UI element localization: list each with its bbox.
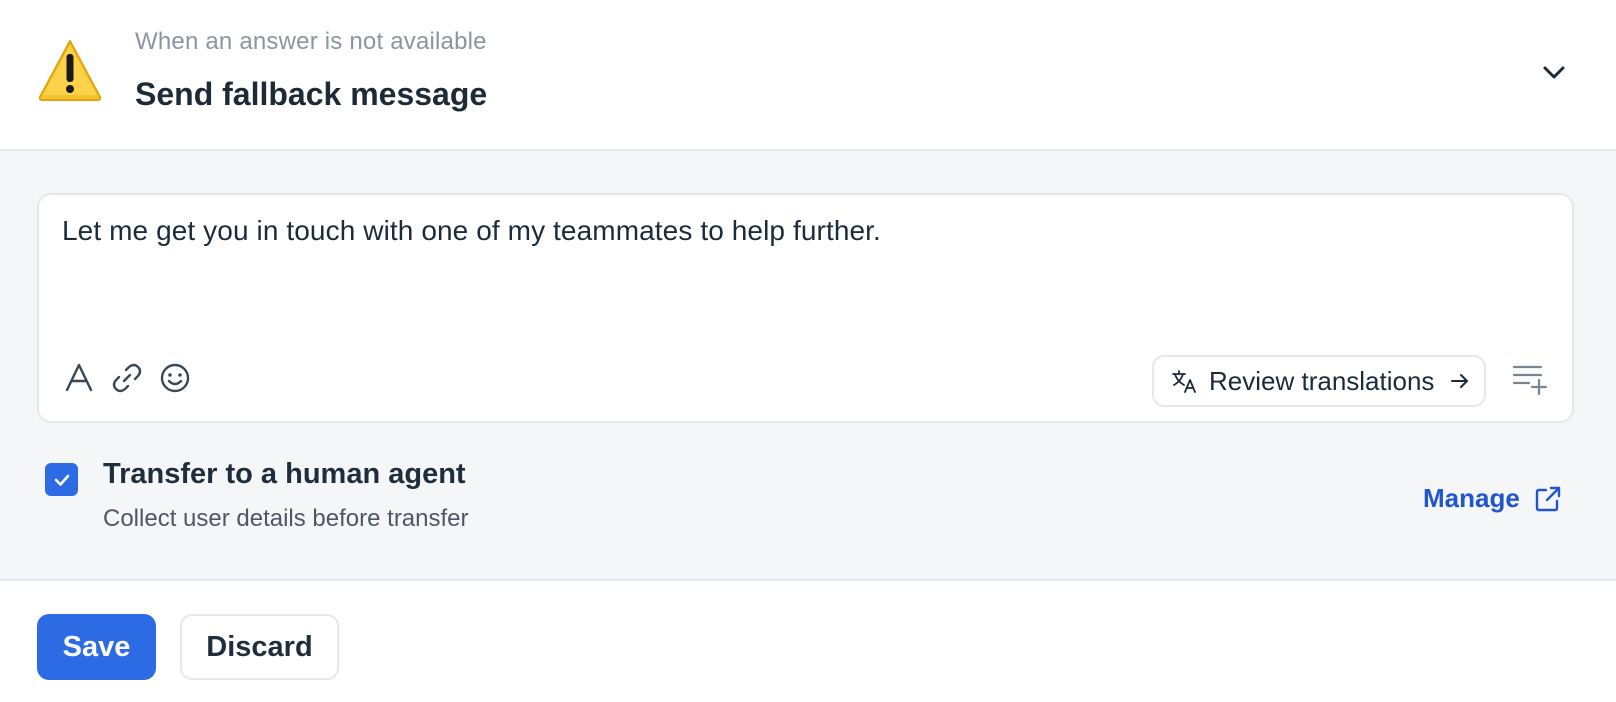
arrow-right-icon [1451,374,1469,388]
warning-icon [38,40,102,101]
discard-button[interactable]: Discard [180,614,339,680]
transfer-title: Transfer to a human agent [103,458,466,490]
message-editor[interactable]: Let me get you in touch with one of my t… [37,193,1574,423]
insert-list-icon[interactable] [1511,361,1549,395]
transfer-checkbox[interactable] [45,463,78,496]
section-title: Send fallback message [135,76,488,112]
review-translations-label: Review translations [1209,365,1435,396]
link-icon[interactable] [110,361,144,395]
fallback-settings-panel: Let me get you in touch with one of my t… [0,151,1616,581]
save-button[interactable]: Save [37,614,156,680]
review-translations-button[interactable]: Review translations [1152,355,1486,407]
manage-link[interactable]: Manage [1423,483,1562,514]
chevron-down-icon[interactable] [1538,56,1570,88]
section-subtitle: When an answer is not available [135,28,487,55]
check-icon [54,474,69,486]
external-link-icon [1535,486,1561,511]
fallback-header[interactable]: When an answer is not available Send fal… [0,0,1616,151]
message-text[interactable]: Let me get you in touch with one of my t… [62,215,1542,247]
action-footer: Save Discard [0,583,1616,702]
translate-icon [1172,370,1196,393]
text-format-icon[interactable] [62,361,96,395]
emoji-icon[interactable] [158,361,192,395]
manage-label: Manage [1423,483,1520,513]
transfer-description: Collect user details before transfer [103,505,469,532]
